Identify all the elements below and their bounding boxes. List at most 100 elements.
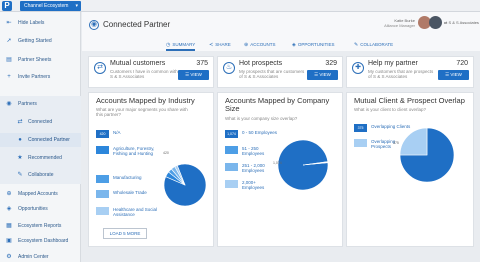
partner-icon: ◉	[89, 20, 99, 30]
connection-name: ⇄ S & S Associates	[444, 20, 479, 25]
stat-description: Customers I have in common with S & S As…	[110, 69, 178, 79]
sidebar-item-collaborate[interactable]: ✎ Collaborate	[0, 168, 81, 182]
sidebar-item-label: Hide Labels	[18, 20, 45, 26]
stat-card-help-my-partner: ✚ Help my partner 720 My customers that …	[346, 56, 474, 88]
help-icon: ✚	[352, 62, 364, 74]
sidebar-item-label: Ecosystem Reports	[18, 223, 62, 229]
sidebar-item-connected-partner[interactable]: ● Connected Partner	[0, 133, 81, 147]
sidebar-item-label: Opportunities	[18, 206, 48, 212]
stat-description: My prospects that are customers of S & S…	[239, 69, 305, 79]
sidebar-item-partner-sheets[interactable]: ▤ Partner Sheets	[0, 53, 81, 67]
connected-icon: ⇄	[17, 119, 23, 125]
tab-opportunities[interactable]: ◈ OPPORTUNITIES	[292, 39, 335, 51]
dashboard-icon: ▣	[6, 238, 12, 244]
stat-title: Hot prospects	[239, 60, 283, 67]
tab-summary[interactable]: ◷ SUMMARY	[166, 39, 196, 51]
overlap-card: Mutual Client & Prospect Overlap What is…	[346, 92, 474, 247]
sheets-icon: ▤	[6, 57, 12, 63]
overlap-pie-chart[interactable]	[347, 93, 475, 248]
sidebar: ⇤ Hide Labels ➚ Getting Started ▤ Partne…	[0, 12, 81, 262]
industry-pie-chart[interactable]	[89, 93, 215, 248]
tab-label: OPPORTUNITIES	[297, 42, 335, 47]
ecosystem-select-label: Channel Ecosystem	[24, 3, 69, 9]
tab-label: SUMMARY	[172, 42, 196, 47]
view-button-label: VIEW	[319, 72, 331, 77]
sidebar-item-label: Connected	[28, 119, 53, 125]
collaborate-icon: ✎	[354, 42, 359, 48]
accounts-icon: ⊕	[6, 191, 12, 197]
top-bar: P Channel Ecosystem ▾	[0, 0, 480, 12]
sidebar-item-mapped-accounts[interactable]: ⊕ Mapped Accounts	[0, 187, 81, 201]
sidebar-item-ecosystem-dashboard[interactable]: ▣ Ecosystem Dashboard	[0, 234, 81, 248]
page-header: ◉ Connected Partner Katie Burke Alliance…	[82, 12, 480, 51]
connection-label: S & S Associates	[448, 20, 479, 25]
view-button-label: VIEW	[450, 72, 462, 77]
view-button-label: VIEW	[190, 72, 202, 77]
stat-title: Help my partner	[368, 60, 418, 67]
sidebar-item-label: Invite Partners	[18, 74, 51, 80]
recommended-icon: ★	[17, 155, 23, 161]
company-size-pie-chart[interactable]	[218, 93, 344, 248]
summary-icon: ◷	[166, 42, 171, 48]
stat-count: 375	[196, 60, 208, 67]
sidebar-item-partners[interactable]: ◉ Partners	[0, 97, 81, 111]
opportunities-icon: ◈	[6, 206, 12, 212]
pie-slice-2[interactable]	[399, 127, 428, 156]
view-button[interactable]: ☰ VIEW	[438, 70, 469, 80]
chevron-down-icon: ▾	[75, 3, 78, 9]
company-size-card: Accounts Mapped by Company Size What is …	[217, 92, 343, 247]
industry-card: Accounts Mapped by Industry What are you…	[88, 92, 214, 247]
sidebar-item-label: Getting Started	[18, 38, 52, 44]
sidebar-item-ecosystem-reports[interactable]: ▦ Ecosystem Reports	[0, 219, 81, 233]
stat-title: Mutual customers	[110, 60, 166, 67]
sidebar-item-label: Partner Sheets	[18, 57, 52, 63]
sidebar-item-recommended[interactable]: ★ Recommended	[0, 151, 81, 165]
stat-count: 329	[325, 60, 337, 67]
pie-data-label: 1,074	[273, 161, 282, 165]
pie-data-label: 420	[163, 151, 169, 155]
fire-icon: ♨	[223, 62, 235, 74]
ecosystem-select[interactable]: Channel Ecosystem ▾	[20, 1, 81, 11]
sidebar-item-admin-center[interactable]: ⚙ Admin Center	[0, 250, 81, 262]
sidebar-item-label: Admin Center	[18, 254, 49, 260]
stat-card-hot-prospects: ♨ Hot prospects 329 My prospects that ar…	[217, 56, 343, 88]
opportunities-icon: ◈	[292, 42, 296, 48]
reports-icon: ▦	[6, 223, 12, 229]
collapse-icon: ⇤	[6, 20, 12, 26]
sidebar-item-invite-partners[interactable]: + Invite Partners	[0, 70, 81, 84]
handshake-icon: ⇄	[94, 62, 106, 74]
sidebar-item-opportunities[interactable]: ◈ Opportunities	[0, 202, 81, 216]
pie-data-label: 375	[393, 141, 399, 145]
app-logo[interactable]: P	[2, 1, 12, 11]
sidebar-item-label: Mapped Accounts	[18, 191, 58, 197]
user-role: Alliance Manager	[384, 23, 415, 28]
view-button[interactable]: ☰ VIEW	[178, 70, 209, 80]
load-more-button[interactable]: LOAD 5 MORE	[103, 228, 147, 239]
sidebar-item-label: Collaborate	[28, 172, 54, 178]
sidebar-item-label: Ecosystem Dashboard	[18, 238, 69, 244]
tab-label: ACCOUNTS	[250, 42, 276, 47]
sidebar-item-label: Partners	[18, 101, 37, 107]
sidebar-item-label: Connected Partner	[28, 137, 70, 143]
stat-count: 720	[456, 60, 468, 67]
sidebar-item-connected[interactable]: ⇄ Connected	[0, 115, 81, 129]
sidebar-item-hide-labels[interactable]: ⇤ Hide Labels	[0, 16, 81, 30]
stat-card-mutual-customers: ⇄ Mutual customers 375 Customers I have …	[88, 56, 214, 88]
tab-accounts[interactable]: ⊕ ACCOUNTS	[244, 39, 275, 51]
tab-share[interactable]: ≺ SHARE	[209, 39, 231, 51]
tab-collaborate[interactable]: ✎ COLLABORATE	[354, 39, 393, 51]
invite-icon: +	[7, 74, 11, 80]
collaborate-icon: ✎	[17, 172, 23, 178]
partner-avatar[interactable]	[429, 16, 442, 29]
accounts-icon: ⊕	[244, 42, 249, 48]
tab-label: COLLABORATE	[360, 42, 394, 47]
sidebar-item-label: Recommended	[28, 155, 62, 161]
admin-icon: ⚙	[6, 254, 12, 260]
user-icon: ●	[18, 137, 22, 143]
rocket-icon: ➚	[6, 38, 12, 44]
tab-label: SHARE	[215, 42, 231, 47]
page-title: Connected Partner	[103, 20, 171, 29]
view-button[interactable]: ☰ VIEW	[307, 70, 338, 80]
sidebar-item-getting-started[interactable]: ➚ Getting Started	[0, 34, 81, 48]
partners-icon: ◉	[6, 101, 12, 107]
